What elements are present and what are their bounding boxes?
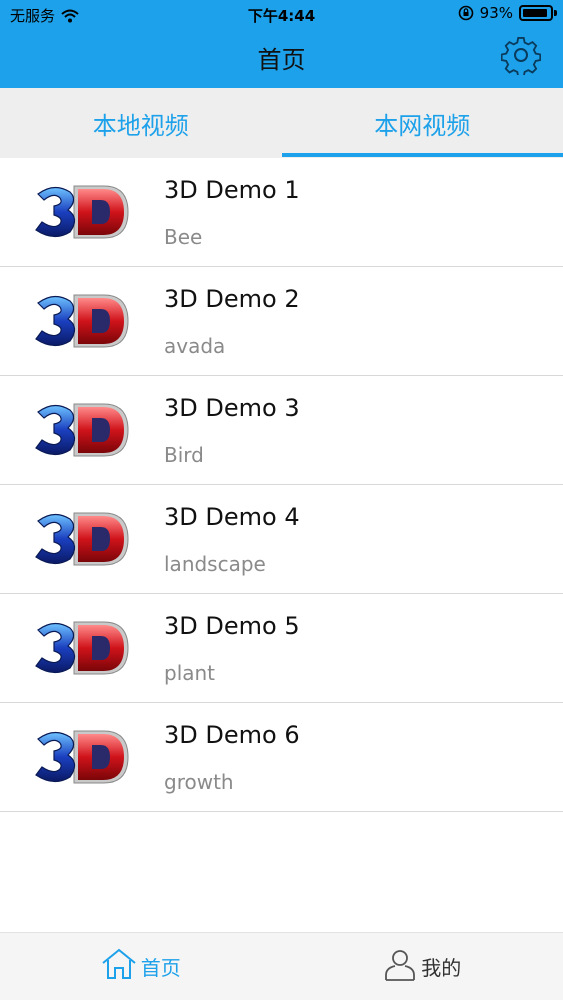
video-subtitle: plant <box>164 661 216 685</box>
video-thumbnail <box>34 180 130 244</box>
battery-icon <box>519 5 557 21</box>
home-icon <box>101 948 137 985</box>
bottom-tab-label: 我的 <box>421 956 462 980</box>
tab-label: 本网视频 <box>374 111 471 140</box>
list-item[interactable]: 3D Demo 4 landscape <box>0 485 563 594</box>
video-title: 3D Demo 2 <box>164 285 300 313</box>
battery-fill <box>523 9 547 17</box>
list-item[interactable]: 3D Demo 3 Bird <box>0 376 563 485</box>
bottom-tab-label: 首页 <box>140 956 181 980</box>
video-list: 3D Demo 1 Bee 3D Demo 2 avada 3D Demo 3 … <box>0 158 563 812</box>
app-screen: 无服务 下午4:44 93% 首页 本地视频 本网视频 3D Demo 1 Be… <box>0 0 563 1000</box>
bottom-tab-mine[interactable]: 我的 <box>282 933 563 1000</box>
status-bar: 无服务 下午4:44 93% <box>0 0 563 30</box>
video-thumbnail <box>34 289 130 353</box>
gear-icon[interactable] <box>500 35 542 78</box>
tab-label: 本地视频 <box>92 111 189 140</box>
video-title: 3D Demo 1 <box>164 176 300 204</box>
tab-bar: 本地视频 本网视频 <box>0 88 563 158</box>
active-tab-indicator <box>281 153 563 157</box>
battery-percent: 93% <box>479 4 513 22</box>
page-title: 首页 <box>257 46 306 74</box>
header-bar: 无服务 下午4:44 93% 首页 <box>0 0 563 88</box>
tab-local-video[interactable]: 本地视频 <box>0 88 282 158</box>
list-item[interactable]: 3D Demo 5 plant <box>0 594 563 703</box>
tab-network-video[interactable]: 本网视频 <box>281 88 563 158</box>
list-item[interactable]: 3D Demo 6 growth <box>0 703 563 812</box>
video-thumbnail <box>34 398 130 462</box>
list-item[interactable]: 3D Demo 1 Bee <box>0 158 563 267</box>
video-title: 3D Demo 3 <box>164 394 300 422</box>
video-thumbnail <box>34 616 130 680</box>
person-icon <box>383 947 417 986</box>
bottom-tab-bar: 首页 我的 <box>0 932 563 1000</box>
video-subtitle: landscape <box>164 552 266 576</box>
video-subtitle: Bird <box>164 443 204 467</box>
video-thumbnail <box>34 507 130 571</box>
video-thumbnail <box>34 725 130 789</box>
video-title: 3D Demo 6 <box>164 721 300 749</box>
bottom-tab-home[interactable]: 首页 <box>0 933 282 1000</box>
list-item[interactable]: 3D Demo 2 avada <box>0 267 563 376</box>
video-subtitle: Bee <box>164 225 203 249</box>
video-subtitle: avada <box>164 334 226 358</box>
orientation-lock-icon <box>458 5 474 21</box>
video-subtitle: growth <box>164 770 234 794</box>
status-right: 93% <box>458 4 557 22</box>
video-title: 3D Demo 5 <box>164 612 300 640</box>
video-title: 3D Demo 4 <box>164 503 300 531</box>
